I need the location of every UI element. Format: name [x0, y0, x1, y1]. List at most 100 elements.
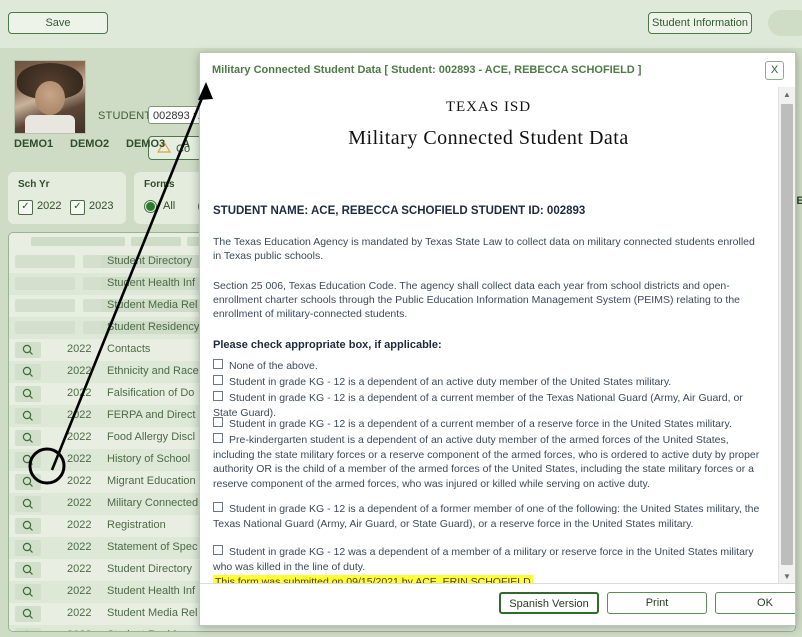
close-x-icon[interactable]: X: [765, 61, 784, 80]
list-item-label: Migrant Education: [107, 475, 196, 487]
checkbox-2022[interactable]: ✓: [18, 200, 33, 215]
checkbox-square-icon[interactable]: [213, 502, 223, 512]
search-magnifier-icon[interactable]: [15, 408, 41, 424]
radio-forms-all-label: All: [163, 200, 176, 212]
list-item-label: Student Health Inf: [107, 277, 196, 289]
filter-school-year: Sch Yr ✓ 2022 ✓ 2023: [8, 172, 126, 224]
search-magnifier-icon[interactable]: [15, 518, 41, 534]
form-checkbox-label: Student in grade KG - 12 is a dependent …: [213, 392, 743, 419]
form-heading: Military Connected Student Data: [348, 127, 629, 149]
list-item-label: FERPA and Direct: [107, 409, 196, 421]
search-magnifier-icon[interactable]: [15, 342, 41, 358]
row-placeholder-cell: [15, 321, 75, 334]
list-item-year: 2022: [67, 365, 92, 377]
checkbox-square-icon[interactable]: [213, 359, 223, 369]
student-label: STUDENT:: [98, 110, 154, 122]
checkbox-square-icon[interactable]: [213, 545, 223, 555]
search-magnifier-icon[interactable]: [15, 430, 41, 446]
list-item-year: 2022: [67, 497, 92, 509]
tab-demo3[interactable]: DEMO3: [126, 138, 165, 150]
form-checkbox-label: Student in grade KG - 12 is a dependent …: [229, 418, 732, 430]
list-item-year: 2022: [67, 409, 92, 421]
form-checkbox-item[interactable]: Pre-kindergarten student is a dependent …: [213, 433, 765, 491]
student-photo: [14, 60, 86, 134]
list-item-year: 2022: [67, 475, 92, 487]
checkbox-square-icon[interactable]: [213, 417, 223, 427]
form-checkbox-label: Student in grade KG - 12 was a dependent…: [213, 546, 754, 573]
scroll-up-arrow-icon[interactable]: ▲: [779, 87, 795, 102]
save-button[interactable]: Save: [8, 12, 108, 34]
form-checkbox-item[interactable]: Student in grade KG - 12 is a dependent …: [213, 417, 765, 432]
paragraph-2: Section 25 006, Texas Education Code. Th…: [213, 280, 741, 320]
form-checkbox-item[interactable]: Student in grade KG - 12 is a dependent …: [213, 375, 765, 390]
search-magnifier-icon[interactable]: [15, 386, 41, 402]
row-placeholder-cell: [15, 299, 75, 312]
dialog-title: Military Connected Student Data [ Studen…: [212, 64, 642, 76]
list-item-year: 2022: [67, 629, 91, 631]
list-item-label: Student Residency: [107, 321, 200, 333]
ok-button[interactable]: OK: [715, 592, 795, 614]
app-toolbar: Save Student Information: [0, 0, 802, 48]
tab-demo2[interactable]: DEMO2: [70, 138, 109, 150]
form-checkbox-label: None of the above.: [229, 360, 318, 372]
search-magnifier-icon[interactable]: [15, 540, 41, 556]
military-connected-student-data-dialog: Military Connected Student Data [ Studen…: [199, 52, 796, 626]
header-placeholder-1: [31, 237, 125, 246]
dialog-scrollbar[interactable]: ▲ ▼: [778, 87, 795, 584]
list-item-year: 2022: [67, 453, 92, 465]
student-information-button[interactable]: Student Information: [648, 12, 752, 34]
search-magnifier-icon[interactable]: [15, 628, 41, 631]
form-checkbox-item[interactable]: None of the above.: [213, 359, 765, 374]
filter-forms-title: Forms: [144, 179, 175, 190]
list-item-year: 2022: [67, 343, 92, 355]
checkbox-2023[interactable]: ✓: [70, 200, 85, 215]
tab-a[interactable]: A: [182, 138, 190, 150]
form-checkbox-item[interactable]: Student in grade KG - 12 was a dependent…: [213, 545, 765, 574]
scroll-down-arrow-icon[interactable]: ▼: [779, 569, 795, 584]
form-checkbox-item[interactable]: Student in grade KG - 12 is a dependent …: [213, 391, 765, 420]
dialog-scroll-area[interactable]: TEXAS ISD Military Connected Student Dat…: [200, 87, 795, 584]
list-item-year: 2022: [67, 607, 92, 619]
search-magnifier-icon[interactable]: [15, 606, 41, 622]
list-item-label: Student Directory: [107, 255, 192, 267]
spanish-version-button[interactable]: Spanish Version: [499, 592, 599, 614]
list-item-label: Student Media Rel: [107, 607, 198, 619]
search-magnifier-icon[interactable]: [15, 584, 41, 600]
checkbox-2023-label: 2023: [89, 200, 114, 212]
scrollbar-thumb[interactable]: [781, 104, 793, 565]
checkbox-square-icon[interactable]: [213, 375, 223, 385]
tab-demo1[interactable]: DEMO1: [14, 138, 53, 150]
form-checkbox-item[interactable]: Student in grade KG - 12 is a dependent …: [213, 502, 765, 531]
list-item-label: Student Directory: [107, 563, 192, 575]
search-magnifier-icon[interactable]: [15, 562, 41, 578]
list-item-label: Statement of Spec: [107, 541, 198, 553]
checkbox-square-icon[interactable]: [213, 433, 223, 443]
row-placeholder-cell: [15, 277, 75, 290]
dialog-content: TEXAS ISD Military Connected Student Dat…: [200, 87, 777, 584]
check-prompt: Please check appropriate box, if applica…: [213, 339, 442, 351]
radio-forms-all[interactable]: [144, 200, 157, 213]
dialog-header: Military Connected Student Data [ Studen…: [200, 53, 795, 87]
paragraph-1: The Texas Education Agency is mandated b…: [213, 236, 755, 262]
table-row[interactable]: 2022 Student Residency: [9, 625, 795, 631]
print-button[interactable]: Print: [607, 592, 707, 614]
list-item-label: Ethnicity and Race: [107, 365, 199, 377]
list-item-year: 2022: [67, 519, 92, 531]
toolbar-pill-button[interactable]: [768, 10, 802, 36]
header-placeholder-2: [131, 237, 181, 246]
list-item-label: Student Residency: [107, 629, 199, 631]
list-item-label: Military Connected: [107, 497, 199, 509]
search-magnifier-icon[interactable]: [15, 474, 41, 490]
photo-face: [35, 81, 65, 115]
list-item-year: 2022: [67, 563, 92, 575]
form-checkbox-label: Student in grade KG - 12 is a dependent …: [213, 503, 760, 530]
checkbox-square-icon[interactable]: [213, 391, 223, 401]
search-magnifier-icon[interactable]: [15, 364, 41, 380]
search-magnifier-icon[interactable]: [15, 496, 41, 512]
search-magnifier-icon[interactable]: [15, 452, 41, 468]
list-item-year: 2022: [67, 431, 92, 443]
row-placeholder-cell: [15, 255, 75, 268]
checkbox-2022-label: 2022: [37, 200, 62, 212]
list-item-label: Registration: [107, 519, 166, 531]
list-item-label: History of School: [107, 453, 191, 465]
